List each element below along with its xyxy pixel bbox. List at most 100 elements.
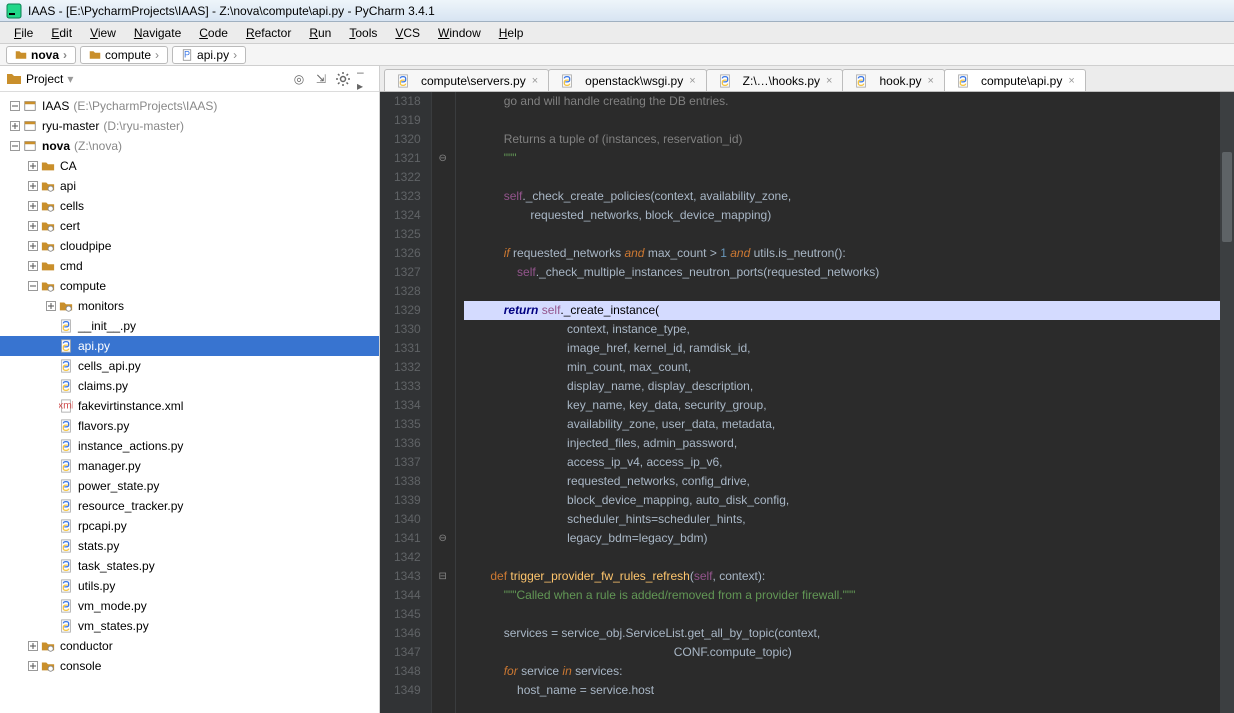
- tree-twisty-icon[interactable]: [26, 639, 40, 653]
- code-line[interactable]: [464, 168, 1220, 187]
- breadcrumb-compute[interactable]: compute ›: [80, 46, 168, 64]
- fold-marker-icon[interactable]: ⊖: [437, 152, 449, 164]
- code-line[interactable]: return self._create_instance(: [464, 301, 1220, 320]
- code-line[interactable]: [464, 225, 1220, 244]
- code-line[interactable]: context, instance_type,: [464, 320, 1220, 339]
- tab-Z-hooks-py[interactable]: Z:\…\hooks.py×: [706, 69, 844, 91]
- tab-openstack-wsgi-py[interactable]: openstack\wsgi.py×: [548, 69, 707, 91]
- code-content[interactable]: go and will handle creating the DB entri…: [456, 92, 1220, 713]
- tab-close-icon[interactable]: ×: [1068, 75, 1074, 87]
- code-line[interactable]: [464, 282, 1220, 301]
- tab-compute-api-py[interactable]: compute\api.py×: [944, 69, 1086, 91]
- tree-item-monitors[interactable]: monitors: [0, 296, 379, 316]
- tree-item-power_state-py[interactable]: power_state.py: [0, 476, 379, 496]
- code-line[interactable]: services = service_obj.ServiceList.get_a…: [464, 624, 1220, 643]
- tree-item-cells[interactable]: cells: [0, 196, 379, 216]
- project-tree[interactable]: IAAS (E:\PycharmProjects\IAAS)ryu-master…: [0, 92, 379, 713]
- tree-item-vm_mode-py[interactable]: vm_mode.py: [0, 596, 379, 616]
- tab-close-icon[interactable]: ×: [928, 75, 934, 87]
- code-line[interactable]: injected_files, admin_password,: [464, 434, 1220, 453]
- code-line[interactable]: self._check_create_policies(context, ava…: [464, 187, 1220, 206]
- code-line[interactable]: block_device_mapping, auto_disk_config,: [464, 491, 1220, 510]
- tree-item-api-py[interactable]: api.py: [0, 336, 379, 356]
- tree-twisty-icon[interactable]: [26, 279, 40, 293]
- fold-marker-icon[interactable]: ⊖: [437, 532, 449, 544]
- tree-item-conductor[interactable]: conductor: [0, 636, 379, 656]
- breadcrumb-nova[interactable]: nova ›: [6, 46, 76, 64]
- tree-item-__init__-py[interactable]: __init__.py: [0, 316, 379, 336]
- menu-file[interactable]: File: [6, 24, 41, 42]
- tree-item-resource_tracker-py[interactable]: resource_tracker.py: [0, 496, 379, 516]
- tab-hook-py[interactable]: hook.py×: [842, 69, 944, 91]
- menu-run[interactable]: Run: [301, 24, 339, 42]
- tree-item-flavors-py[interactable]: flavors.py: [0, 416, 379, 436]
- tree-item-console[interactable]: console: [0, 656, 379, 676]
- code-line[interactable]: Returns a tuple of (instances, reservati…: [464, 130, 1220, 149]
- tree-item-stats-py[interactable]: stats.py: [0, 536, 379, 556]
- code-line[interactable]: for service in services:: [464, 662, 1220, 681]
- collapse-all-icon[interactable]: ⇲: [313, 71, 329, 87]
- tree-twisty-icon[interactable]: [26, 219, 40, 233]
- gear-icon[interactable]: [335, 71, 351, 87]
- menu-help[interactable]: Help: [491, 24, 532, 42]
- tree-item-IAAS[interactable]: IAAS (E:\PycharmProjects\IAAS): [0, 96, 379, 116]
- tree-item-vm_states-py[interactable]: vm_states.py: [0, 616, 379, 636]
- tree-item-nova[interactable]: nova (Z:\nova): [0, 136, 379, 156]
- code-line[interactable]: go and will handle creating the DB entri…: [464, 92, 1220, 111]
- menu-window[interactable]: Window: [430, 24, 489, 42]
- tree-item-task_states-py[interactable]: task_states.py: [0, 556, 379, 576]
- code-line[interactable]: [464, 111, 1220, 130]
- code-line[interactable]: """: [464, 149, 1220, 168]
- menu-navigate[interactable]: Navigate: [126, 24, 189, 42]
- code-line[interactable]: host_name = service.host: [464, 681, 1220, 700]
- hide-icon[interactable]: ‒ ▸: [357, 71, 373, 87]
- code-line[interactable]: requested_networks, config_drive,: [464, 472, 1220, 491]
- tree-twisty-icon[interactable]: [26, 159, 40, 173]
- tree-twisty-icon[interactable]: [8, 119, 22, 133]
- tree-twisty-icon[interactable]: [44, 299, 58, 313]
- tree-item-fakevirtinstance-xml[interactable]: xmlfakevirtinstance.xml: [0, 396, 379, 416]
- menu-tools[interactable]: Tools: [341, 24, 385, 42]
- menu-vcs[interactable]: VCS: [387, 24, 428, 42]
- tab-close-icon[interactable]: ×: [826, 75, 832, 87]
- tree-twisty-icon[interactable]: [26, 259, 40, 273]
- tab-compute-servers-py[interactable]: compute\servers.py×: [384, 69, 549, 91]
- menu-edit[interactable]: Edit: [43, 24, 80, 42]
- code-line[interactable]: access_ip_v4, access_ip_v6,: [464, 453, 1220, 472]
- tree-item-cmd[interactable]: cmd: [0, 256, 379, 276]
- code-line[interactable]: legacy_bdm=legacy_bdm): [464, 529, 1220, 548]
- tree-item-claims-py[interactable]: claims.py: [0, 376, 379, 396]
- menu-refactor[interactable]: Refactor: [238, 24, 299, 42]
- menu-code[interactable]: Code: [191, 24, 236, 42]
- tree-item-ryu-master[interactable]: ryu-master (D:\ryu-master): [0, 116, 379, 136]
- menu-view[interactable]: View: [82, 24, 124, 42]
- code-line[interactable]: display_name, display_description,: [464, 377, 1220, 396]
- code-line[interactable]: [464, 548, 1220, 567]
- breadcrumb-api-py[interactable]: P api.py ›: [172, 46, 246, 64]
- tree-item-compute[interactable]: compute: [0, 276, 379, 296]
- code-line[interactable]: image_href, kernel_id, ramdisk_id,: [464, 339, 1220, 358]
- code-line[interactable]: def trigger_provider_fw_rules_refresh(se…: [464, 567, 1220, 586]
- tree-item-api[interactable]: api: [0, 176, 379, 196]
- tree-twisty-icon[interactable]: [8, 99, 22, 113]
- tree-twisty-icon[interactable]: [8, 139, 22, 153]
- code-line[interactable]: min_count, max_count,: [464, 358, 1220, 377]
- scroll-from-source-icon[interactable]: ◎: [291, 71, 307, 87]
- tree-item-cert[interactable]: cert: [0, 216, 379, 236]
- tree-item-utils-py[interactable]: utils.py: [0, 576, 379, 596]
- tree-twisty-icon[interactable]: [26, 179, 40, 193]
- code-line[interactable]: [464, 605, 1220, 624]
- tree-item-cells_api-py[interactable]: cells_api.py: [0, 356, 379, 376]
- tree-item-manager-py[interactable]: manager.py: [0, 456, 379, 476]
- tab-close-icon[interactable]: ×: [532, 75, 538, 87]
- code-line[interactable]: if requested_networks and max_count > 1 …: [464, 244, 1220, 263]
- tree-item-instance_actions-py[interactable]: instance_actions.py: [0, 436, 379, 456]
- tab-close-icon[interactable]: ×: [689, 75, 695, 87]
- tree-item-cloudpipe[interactable]: cloudpipe: [0, 236, 379, 256]
- code-line[interactable]: requested_networks, block_device_mapping…: [464, 206, 1220, 225]
- tree-item-rpcapi-py[interactable]: rpcapi.py: [0, 516, 379, 536]
- tree-item-CA[interactable]: CA: [0, 156, 379, 176]
- code-editor[interactable]: 1318131913201321132213231324132513261327…: [380, 92, 1234, 713]
- code-line[interactable]: """Called when a rule is added/removed f…: [464, 586, 1220, 605]
- code-line[interactable]: availability_zone, user_data, metadata,: [464, 415, 1220, 434]
